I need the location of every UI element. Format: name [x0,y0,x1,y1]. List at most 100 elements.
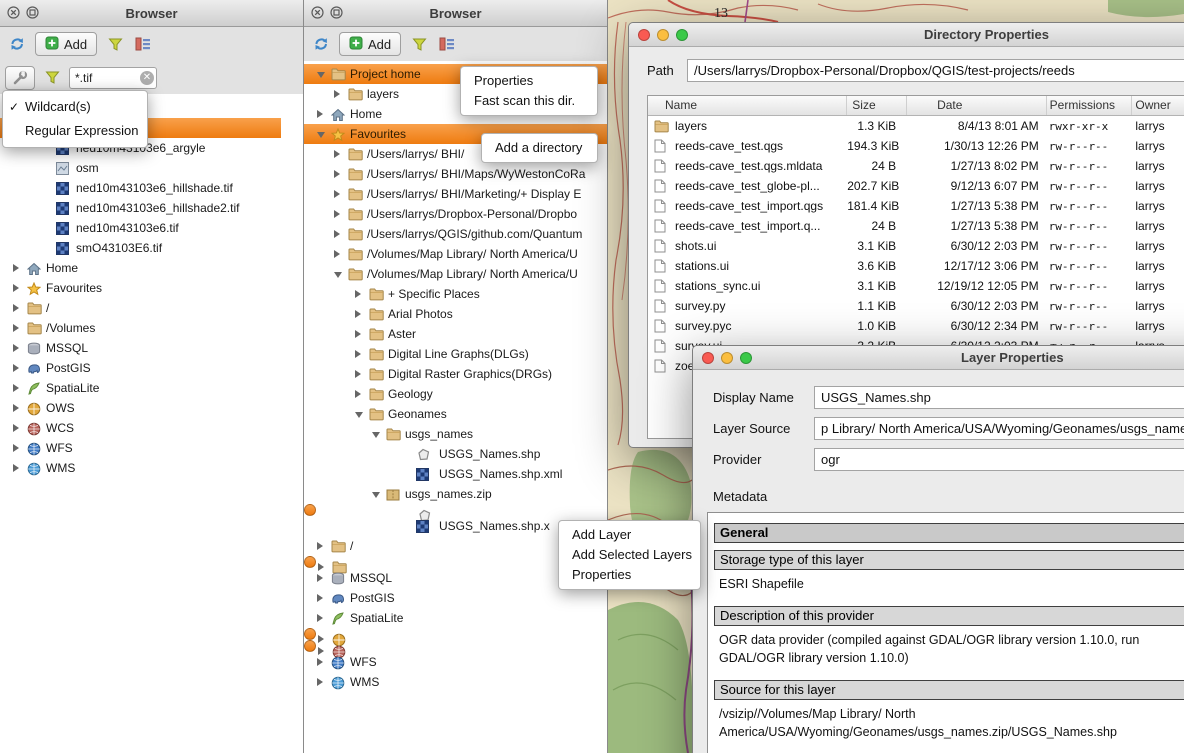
chevron-right-icon[interactable] [13,264,19,272]
chevron-right-icon[interactable] [317,110,323,118]
chevron-right-icon[interactable] [13,464,19,472]
tree-item-ows[interactable]: OWS [0,398,303,418]
chevron-right-icon[interactable] [317,542,323,550]
chevron-down-icon[interactable] [372,492,380,498]
add-button[interactable]: Add [339,32,401,56]
chevron-right-icon[interactable] [317,594,323,602]
tree-item-specific-places[interactable]: + Specific Places [304,284,607,304]
minimize-button[interactable] [721,352,733,364]
chevron-right-icon[interactable] [317,658,323,666]
tree-item-ows[interactable]: OWS [304,628,316,640]
tree-item-smo43103e6-tif[interactable]: smO43103E6.tif [0,238,303,258]
tree-item-usgs-names-shp[interactable]: USGS_Names.shp [304,504,316,516]
provider-input[interactable] [814,448,1184,471]
tree-item-users-larrys-dropbox-personal-dropbo[interactable]: /Users/larrys/Dropbox-Personal/Dropbo [304,204,607,224]
tree-item-digital-raster-graphics-drgs[interactable]: Digital Raster Graphics(DRGs) [304,364,607,384]
chevron-right-icon[interactable] [13,384,19,392]
tree-item-ned10m43103e6-hillshade2-tif[interactable]: ned10m43103e6_hillshade2.tif [0,198,303,218]
menu-item-add-layer[interactable]: Add Layer [559,525,700,545]
column-header-owner[interactable]: Owner [1132,96,1184,115]
table-row-survey-py[interactable]: survey.py1.1 KiB6/30/12 2:03 PMrw-r--r--… [648,296,1184,316]
clear-filter-icon[interactable]: ✕ [140,71,154,85]
dialog-titlebar[interactable]: Directory Properties [629,23,1184,47]
tree-item-wcs[interactable]: WCS [304,640,316,652]
tree-item-spatialite[interactable]: SpatiaLite [304,608,607,628]
chevron-right-icon[interactable] [13,404,19,412]
tree-item-digital-line-graphs-dlgs[interactable]: Digital Line Graphs(DLGs) [304,344,607,364]
tree-item-wfs[interactable]: WFS [0,438,303,458]
chevron-right-icon[interactable] [355,390,361,398]
tree-item-volumes[interactable]: /Volumes [0,318,303,338]
tree-item-postgis[interactable]: PostGIS [304,588,607,608]
chevron-right-icon[interactable] [334,90,340,98]
filter-icon[interactable] [409,34,429,54]
tree-item-users-larrys-bhi-marketing-display-e[interactable]: /Users/larrys/ BHI/Marketing/+ Display E [304,184,607,204]
table-row-reeds-cave-test-import-q[interactable]: reeds-cave_test_import.q...24 B1/27/13 5… [648,216,1184,236]
tree-item-ned10m43103e6-hillshade-tif[interactable]: ned10m43103e6_hillshade.tif [0,178,303,198]
tree-item-usgs-names[interactable]: usgs_names [304,424,607,444]
tree-item-usgs-names-shp-xml[interactable]: USGS_Names.shp.xml [304,464,607,484]
chevron-down-icon[interactable] [334,272,342,278]
collapse-tree-icon[interactable] [437,34,457,54]
float-panel-icon[interactable] [330,6,344,20]
add-button[interactable]: Add [35,32,97,56]
display-name-input[interactable] [814,386,1184,409]
tree-item-postgis[interactable]: PostGIS [0,358,303,378]
chevron-right-icon[interactable] [355,370,361,378]
chevron-right-icon[interactable] [334,250,340,258]
chevron-right-icon[interactable] [334,190,340,198]
table-row-reeds-cave-test-qgs[interactable]: reeds-cave_test.qgs194.3 KiB1/30/13 12:2… [648,136,1184,156]
zoom-button[interactable] [740,352,752,364]
path-input[interactable] [687,59,1184,82]
chevron-right-icon[interactable] [355,310,361,318]
tree-item-wms[interactable]: WMS [304,672,607,692]
tree-item-favourites[interactable]: Favourites [0,278,303,298]
tree-item-users-larrys-bhi-maps-wywestoncora[interactable]: /Users/larrys/ BHI/Maps/WyWestonCoRa [304,164,607,184]
column-header-size[interactable]: Size [847,96,907,115]
float-panel-icon[interactable] [26,6,40,20]
refresh-icon[interactable] [311,34,331,54]
menu-item-add-selected-layers[interactable]: Add Selected Layers [559,545,700,565]
chevron-right-icon[interactable] [317,614,323,622]
chevron-right-icon[interactable] [13,424,19,432]
table-row-reeds-cave-test-qgs-mldata[interactable]: reeds-cave_test.qgs.mldata24 B1/27/13 8:… [648,156,1184,176]
tree-item-arial-photos[interactable]: Arial Photos [304,304,607,324]
tree-item-aster[interactable]: Aster [304,324,607,344]
collapse-tree-icon[interactable] [133,34,153,54]
filter-icon[interactable] [42,68,62,88]
chevron-right-icon[interactable] [317,678,323,686]
table-row-stations-ui[interactable]: stations.ui3.6 KiB12/17/12 3:06 PMrw-r--… [648,256,1184,276]
chevron-down-icon[interactable] [355,412,363,418]
chevron-right-icon[interactable] [334,150,340,158]
chevron-right-icon[interactable] [318,635,324,643]
column-header-permissions[interactable]: Permissions [1047,96,1133,115]
chevron-right-icon[interactable] [13,364,19,372]
table-row-layers[interactable]: layers1.3 KiB8/4/13 8:01 AMrwxr-xr-xlarr… [648,116,1184,136]
menu-item-add-a-directory[interactable]: Add a directory [482,138,597,158]
close-button[interactable] [638,29,650,41]
column-header-date[interactable]: Date [907,96,1047,115]
chevron-down-icon[interactable] [317,132,325,138]
chevron-right-icon[interactable] [334,230,340,238]
menu-item-regular-expression[interactable]: Regular Expression [3,119,147,143]
filter-options-button[interactable] [5,66,35,90]
minimize-button[interactable] [657,29,669,41]
tree-item-spatialite[interactable]: SpatiaLite [0,378,303,398]
tree-item-geology[interactable]: Geology [304,384,607,404]
tree-item-wfs[interactable]: WFS [304,652,607,672]
menu-item-properties[interactable]: Properties [461,71,597,91]
chevron-down-icon[interactable] [372,432,380,438]
tree-item-wcs[interactable]: WCS [0,418,303,438]
table-row-reeds-cave-test-import-qgs[interactable]: reeds-cave_test_import.qgs181.4 KiB1/27/… [648,196,1184,216]
chevron-right-icon[interactable] [334,170,340,178]
dialog-titlebar[interactable]: Layer Properties [693,346,1184,370]
zoom-button[interactable] [676,29,688,41]
tree-item-mssql[interactable]: MSSQL [0,338,303,358]
close-icon[interactable] [7,6,21,20]
column-header-name[interactable]: Name [648,96,847,115]
chevron-right-icon[interactable] [13,284,19,292]
chevron-right-icon[interactable] [317,574,323,582]
tree-item-wms[interactable]: WMS [0,458,303,478]
chevron-right-icon[interactable] [13,444,19,452]
table-row-survey-pyc[interactable]: survey.pyc1.0 KiB6/30/12 2:34 PMrw-r--r-… [648,316,1184,336]
